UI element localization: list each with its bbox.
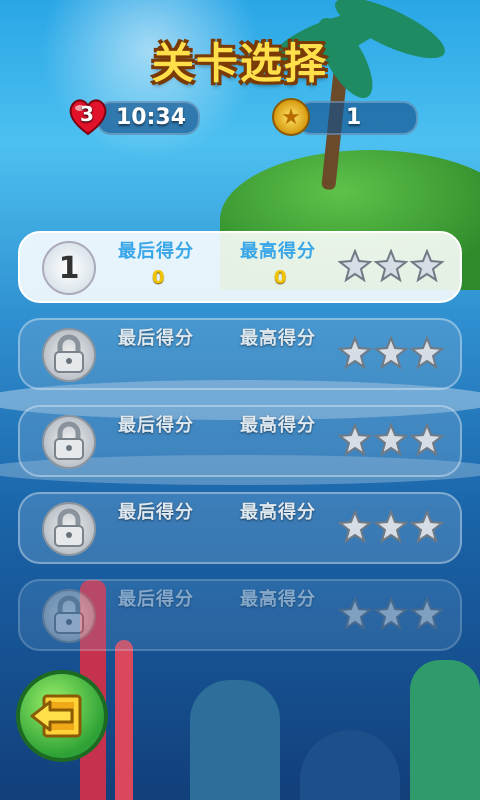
star-icon xyxy=(409,423,445,457)
coral xyxy=(115,640,133,800)
coins-pill: 1 xyxy=(296,101,418,135)
star-icon xyxy=(409,510,445,544)
lock-icon xyxy=(42,415,96,469)
high-score-label: 最高得分 xyxy=(240,241,316,262)
coral xyxy=(300,730,400,800)
coral xyxy=(410,660,480,800)
star-icon xyxy=(338,510,373,544)
lock-icon xyxy=(42,502,96,556)
star-icon xyxy=(409,597,445,631)
high-score-label: 最高得分 xyxy=(240,502,316,523)
star-rating xyxy=(338,336,445,370)
star-coin-icon: ★ xyxy=(272,98,310,136)
high-score-value: 0 xyxy=(274,267,287,288)
star-rating xyxy=(338,597,445,631)
lock-icon xyxy=(42,328,96,382)
star-icon xyxy=(373,336,409,370)
star-rating xyxy=(338,510,445,544)
last-score-label: 最后得分 xyxy=(118,589,194,610)
lives-count: 3 xyxy=(80,102,94,126)
high-score-label: 最高得分 xyxy=(240,415,316,436)
coins-count: 1 xyxy=(346,105,362,130)
star-icon xyxy=(373,423,409,457)
timer-text: 10:34 xyxy=(116,105,187,130)
level-row-3[interactable]: 最后得分 最高得分 xyxy=(18,405,462,477)
heart-icon: 3 xyxy=(66,94,110,138)
star-icon xyxy=(338,423,373,457)
star-icon xyxy=(338,597,373,631)
page-title: 关卡选择 xyxy=(151,39,328,88)
high-score-label: 最高得分 xyxy=(240,589,316,610)
last-score-label: 最后得分 xyxy=(118,502,194,523)
level-row-2[interactable]: 最后得分 最高得分 xyxy=(18,318,462,390)
last-score-label: 最后得分 xyxy=(118,328,194,349)
star-rating xyxy=(338,249,445,283)
star-rating xyxy=(338,423,445,457)
high-score-label: 最高得分 xyxy=(240,328,316,349)
last-score-label: 最后得分 xyxy=(118,415,194,436)
lock-icon xyxy=(42,589,96,643)
coral xyxy=(190,680,280,800)
star-icon xyxy=(338,249,373,283)
last-score-label: 最后得分 xyxy=(118,241,194,262)
star-icon xyxy=(373,249,409,283)
exit-arrow-icon xyxy=(30,694,82,738)
star-icon xyxy=(409,336,445,370)
exit-button[interactable] xyxy=(16,670,108,762)
star-icon xyxy=(373,597,409,631)
star-icon xyxy=(338,336,373,370)
level-row-1[interactable]: 1 最后得分 最高得分 0 0 xyxy=(18,231,462,303)
star-icon xyxy=(373,510,409,544)
star-icon xyxy=(409,249,445,283)
level-number-badge: 1 xyxy=(42,241,96,295)
last-score-value: 0 xyxy=(152,267,165,288)
level-row-4[interactable]: 最后得分 最高得分 xyxy=(18,492,462,564)
level-row-5[interactable]: 最后得分 最高得分 xyxy=(18,579,462,651)
timer-pill: 10:34 xyxy=(96,101,200,135)
